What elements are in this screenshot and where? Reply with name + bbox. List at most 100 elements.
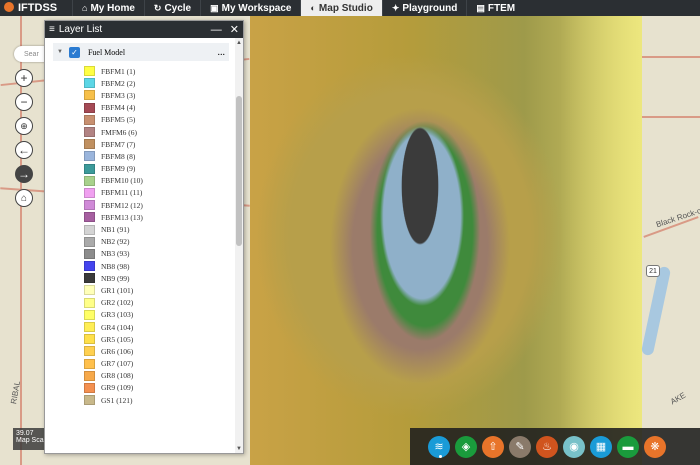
legend-label: GR3 (103) xyxy=(101,310,134,320)
globe-icon: ◐ xyxy=(310,3,316,13)
legend-swatch xyxy=(84,187,95,198)
legend-label: GR7 (107) xyxy=(101,359,134,369)
legend-item: FBFM2 (2) xyxy=(84,77,234,89)
legend-label: FBFM1 (1) xyxy=(101,66,136,76)
analysis-tool-button[interactable]: ❋ xyxy=(644,435,666,458)
legend-item: FBFM9 (9) xyxy=(84,163,234,175)
layer-list-tool-button[interactable]: ◈ xyxy=(455,435,477,458)
layer-name: Fuel Model xyxy=(87,47,126,57)
forward-arrow-icon[interactable]: → xyxy=(15,165,33,183)
legend-swatch xyxy=(84,151,95,162)
nav-item-my-workspace[interactable]: ▣ My Workspace xyxy=(200,0,300,16)
legend-swatch xyxy=(84,382,95,393)
fire-tool-button[interactable]: ♨ xyxy=(536,435,558,458)
nav-item-label: FTEM xyxy=(487,2,516,14)
legend-swatch xyxy=(84,334,95,345)
zoom-in-button[interactable]: + xyxy=(15,69,33,87)
legend-swatch xyxy=(84,285,95,296)
legend-item: NB1 (91) xyxy=(84,223,234,235)
ftem-icon: ▤ xyxy=(476,2,485,13)
nav-item-map-studio[interactable]: ◐ Map Studio xyxy=(300,0,382,16)
nav-item-my-home[interactable]: ⌂ My Home xyxy=(72,0,144,16)
minimize-icon[interactable]: — xyxy=(211,24,222,36)
legend-swatch xyxy=(84,309,95,320)
layers-stack-icon: ≡ xyxy=(49,24,55,35)
legend-label: NB3 (93) xyxy=(101,249,130,259)
panel-title: Layer List xyxy=(58,24,103,35)
legend-item: GR7 (107) xyxy=(84,358,234,370)
nav-item-cycle[interactable]: ↻ Cycle xyxy=(143,0,200,16)
route-shield: 21 xyxy=(646,265,660,277)
legend-label: FBFM12 (12) xyxy=(101,200,143,210)
legend-item: FBFM3 (3) xyxy=(84,89,234,101)
legend-label: FBFM3 (3) xyxy=(101,90,136,100)
nav-item-label: My Home xyxy=(90,2,135,14)
nav-item-playground[interactable]: ✦ Playground xyxy=(381,0,467,16)
home-extent-icon[interactable]: ⌂ xyxy=(15,189,33,207)
legend-item: GR8 (108) xyxy=(84,370,234,382)
legend-swatch xyxy=(84,261,95,272)
legend-swatch xyxy=(84,395,95,406)
playground-icon: ✦ xyxy=(391,2,400,13)
legend-swatch xyxy=(84,297,95,308)
legend-item: GR2 (102) xyxy=(84,297,234,309)
measure-tool-button[interactable]: ▬ xyxy=(617,435,639,458)
zoom-out-button[interactable]: − xyxy=(15,93,33,111)
legend-label: NB8 (98) xyxy=(101,261,130,271)
legend-label: FBFM13 (13) xyxy=(101,212,143,222)
legend-label: FBFM9 (9) xyxy=(101,164,136,174)
locate-icon[interactable]: ⊕ xyxy=(15,117,33,135)
legend-label: FBFM5 (5) xyxy=(101,115,136,125)
grid-tool-button[interactable]: ▦ xyxy=(590,435,612,458)
layer-list-header: ≡ Layer List — ✕ xyxy=(45,21,243,38)
legend-swatch xyxy=(84,370,95,381)
legend-item: FBFM13 (13) xyxy=(84,211,234,223)
legend-swatch xyxy=(84,248,95,259)
draw-tool-button[interactable]: ✎ xyxy=(509,435,531,458)
legend-label: GS1 (121) xyxy=(101,395,133,405)
bookmark-tool-button[interactable]: ◉ xyxy=(563,435,585,458)
back-arrow-icon[interactable]: ← xyxy=(15,141,33,159)
scroll-thumb[interactable] xyxy=(236,96,242,246)
scroll-up-icon[interactable]: ▲ xyxy=(235,40,243,46)
legend-item: NB2 (92) xyxy=(84,236,234,248)
collapse-caret-icon[interactable]: ▼ xyxy=(57,49,63,55)
legend-item: GR4 (104) xyxy=(84,321,234,333)
scroll-down-icon[interactable]: ▼ xyxy=(235,446,243,452)
briefcase-icon: ▣ xyxy=(210,2,219,13)
panel-scrollbar[interactable]: ▲ ▼ xyxy=(235,38,243,453)
legend-item: GR9 (109) xyxy=(84,382,234,394)
layer-row-fuel-model[interactable]: ▼ ✓ Fuel Model ... xyxy=(53,43,229,61)
nav-item-label: Playground xyxy=(402,2,458,14)
map-lake-label: AKE xyxy=(668,390,688,407)
nav-item-label: Cycle xyxy=(164,2,192,14)
legend-label: FBFM2 (2) xyxy=(101,78,136,88)
legend-item: NB3 (93) xyxy=(84,248,234,260)
legend-label: FBFM7 (7) xyxy=(101,139,136,149)
map-road xyxy=(642,56,700,58)
map-lake xyxy=(640,265,672,357)
more-options-icon[interactable]: ... xyxy=(218,47,226,58)
raster-edge xyxy=(560,16,642,465)
legend-item: FBFM8 (8) xyxy=(84,150,234,162)
upload-tool-button[interactable]: ⇧ xyxy=(482,435,504,458)
legend-swatch xyxy=(84,322,95,333)
legend-label: GR6 (106) xyxy=(101,346,134,356)
app-logo[interactable]: IFTDSS xyxy=(0,0,72,16)
logo-text: IFTDSS xyxy=(18,2,58,14)
legend-swatch xyxy=(84,90,95,101)
legend-item: FBFM5 (5) xyxy=(84,114,234,126)
legend-label: GR1 (101) xyxy=(101,285,134,295)
map-road xyxy=(642,116,700,118)
nav-item-label: Map Studio xyxy=(318,2,373,14)
legend-swatch xyxy=(84,163,95,174)
search-input[interactable]: Sear xyxy=(14,46,48,62)
close-icon[interactable]: ✕ xyxy=(230,23,239,36)
legend-swatch xyxy=(84,175,95,186)
legend-item: FBFM10 (10) xyxy=(84,175,234,187)
legend-swatch xyxy=(84,78,95,89)
legend-item: FBFM12 (12) xyxy=(84,199,234,211)
legend-swatch xyxy=(84,224,95,235)
nav-item-ftem[interactable]: ▤ FTEM xyxy=(466,0,524,16)
layer-visibility-checkbox[interactable]: ✓ xyxy=(68,46,80,58)
